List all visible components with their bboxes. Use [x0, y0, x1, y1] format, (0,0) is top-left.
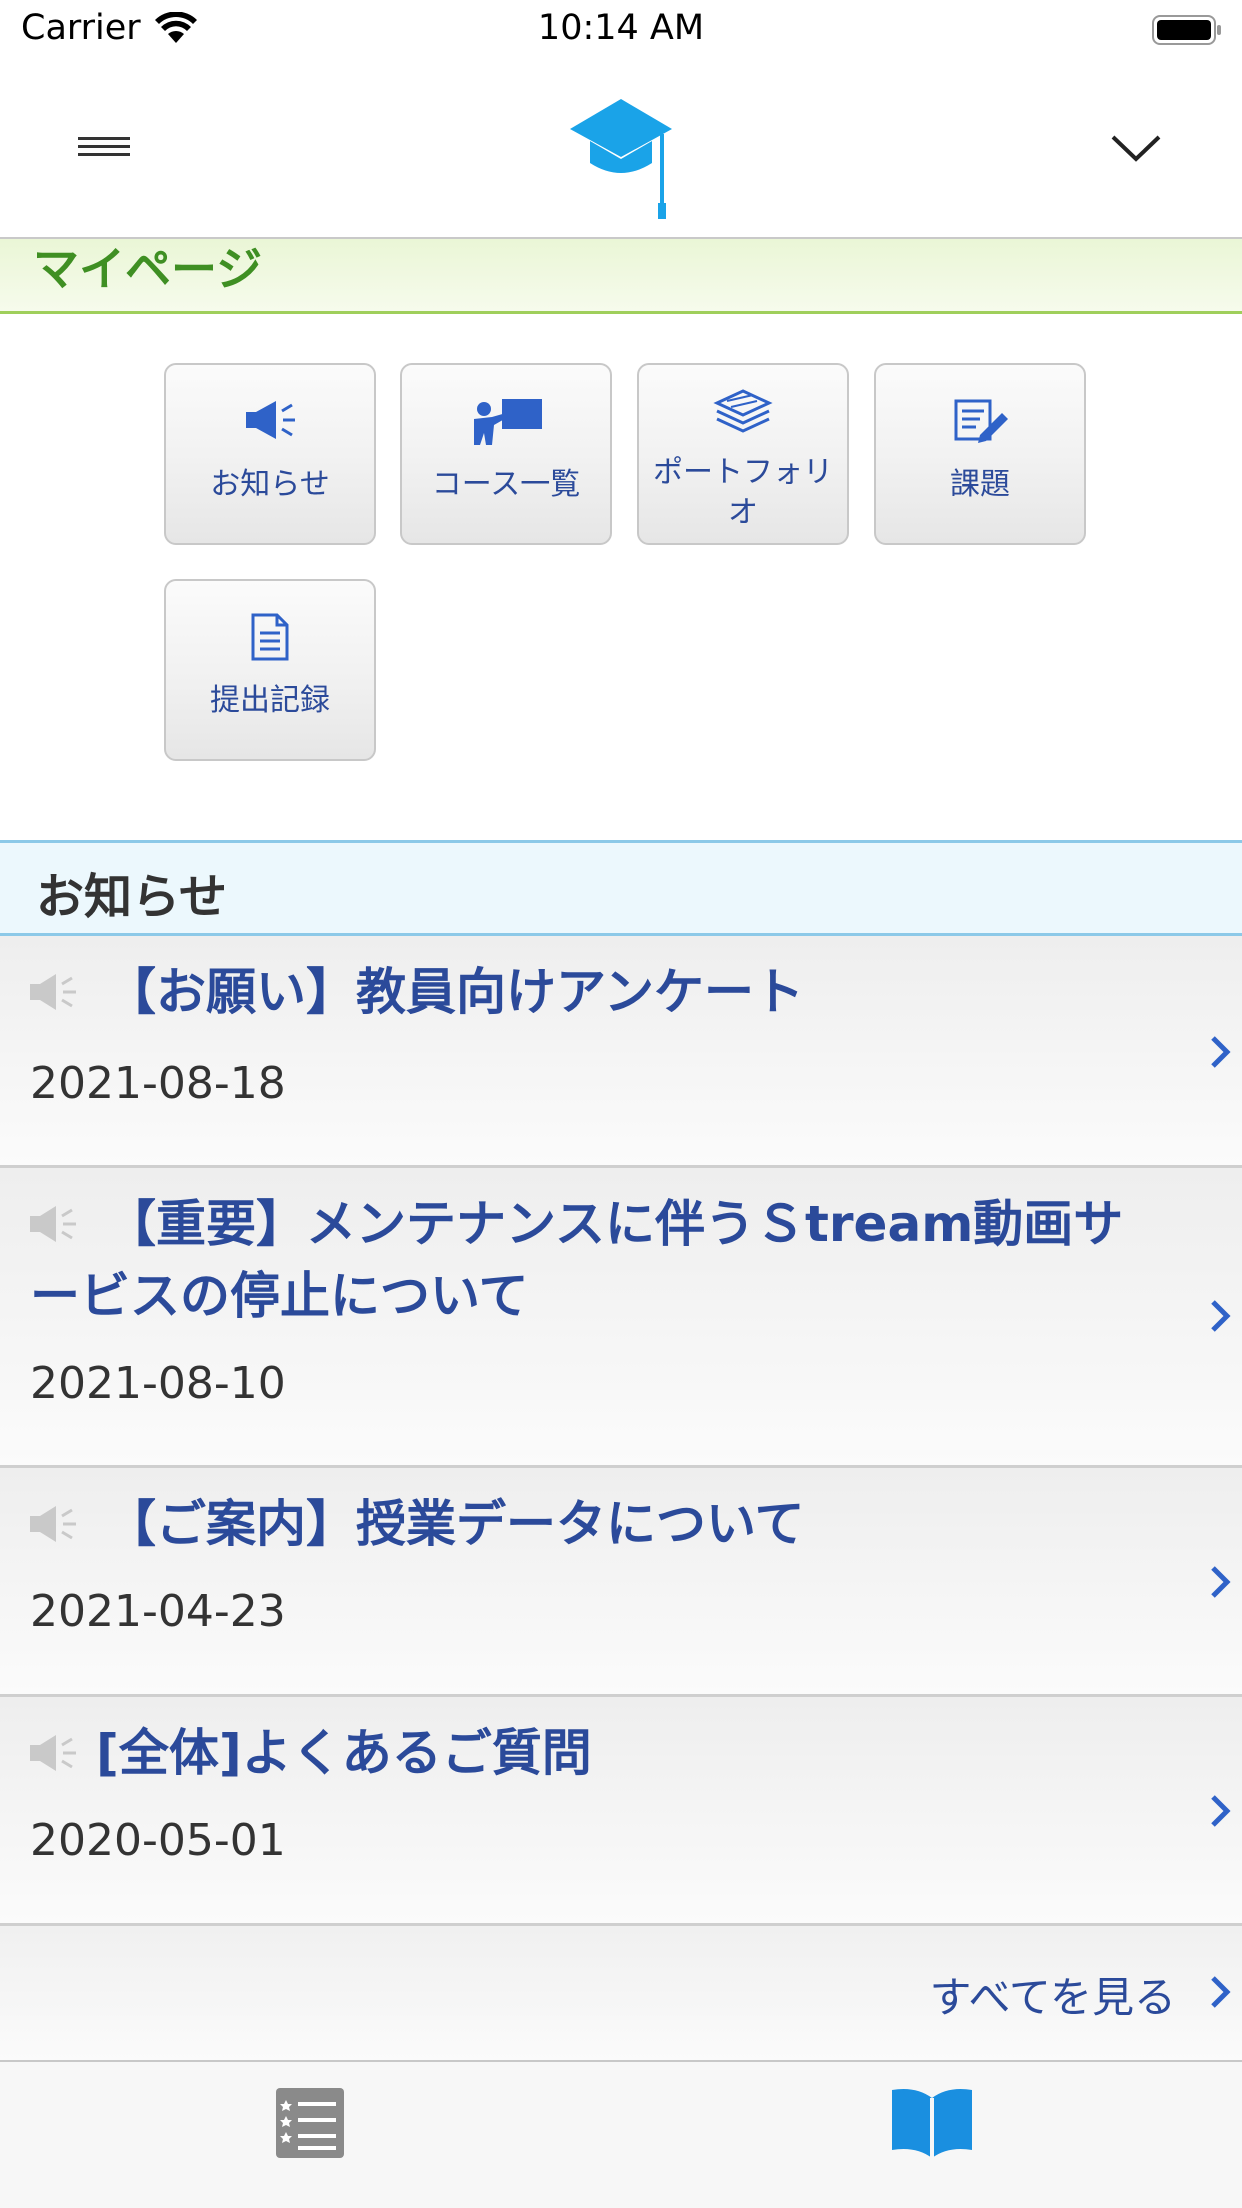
tile-label: お知らせ — [210, 467, 330, 502]
open-book-icon[interactable] — [882, 2084, 982, 2164]
list-icon[interactable] — [260, 2084, 360, 2164]
chevron-right-icon — [1211, 1036, 1231, 1068]
tile-courses[interactable]: コース一覧 — [400, 363, 612, 545]
notices-title: お知らせ — [36, 869, 228, 925]
status-time: 10:14 AM — [537, 8, 705, 48]
notice-title: 【重要】メンテナンスに伴うＳtream動画サービスの停止について — [30, 1195, 1124, 1325]
see-all-link[interactable]: すべてを見る — [0, 1926, 1242, 2060]
tile-label: ポートフォリオ — [653, 455, 833, 530]
nav-bar — [0, 62, 1242, 239]
notices-header: お知らせ — [0, 840, 1242, 936]
tile-assignments[interactable]: 課題 — [874, 363, 1086, 545]
tile-label: コース一覧 — [431, 467, 581, 502]
hamburger-menu-icon[interactable] — [70, 122, 138, 172]
tab-bar — [0, 2060, 1242, 2208]
notice-row[interactable]: 【お願い】教員向けアンケート 2021-08-18 — [0, 936, 1242, 1168]
chevron-down-icon[interactable] — [1107, 127, 1165, 167]
notice-title: 【ご案内】授業データについて — [106, 1495, 805, 1553]
chevron-right-icon — [1211, 1566, 1231, 1598]
document-icon — [251, 613, 289, 661]
tile-submissions[interactable]: 提出記録 — [164, 579, 376, 761]
notice-title: 【お願い】教員向けアンケート — [106, 963, 804, 1021]
notice-date: 2021-04-23 — [30, 1586, 286, 1637]
battery-icon — [1152, 15, 1221, 45]
chevron-right-icon — [1211, 1976, 1231, 2008]
edit-document-icon — [954, 399, 1008, 443]
tile-label: 提出記録 — [210, 683, 330, 718]
notice-date: 2021-08-10 — [30, 1358, 286, 1409]
stacked-layers-icon — [713, 389, 773, 433]
notice-row[interactable]: 【重要】メンテナンスに伴うＳtream動画サービスの停止について 2021-08… — [0, 1168, 1242, 1468]
mypage-title: マイページ — [33, 242, 263, 296]
chevron-right-icon — [1211, 1795, 1231, 1827]
graduation-cap-icon — [570, 99, 672, 219]
notice-date: 2021-08-18 — [30, 1058, 286, 1109]
tile-label: 課題 — [950, 467, 1010, 502]
tile-notices[interactable]: お知らせ — [164, 363, 376, 545]
notice-date: 2020-05-01 — [30, 1815, 286, 1866]
see-all-label: すべてを見る — [929, 1973, 1176, 2022]
tile-portfolio[interactable]: ポートフォリオ — [637, 363, 849, 545]
notice-row[interactable]: [全体]よくあるご質問 2020-05-01 — [0, 1697, 1242, 1926]
notice-row[interactable]: 【ご案内】授業データについて 2021-04-23 — [0, 1468, 1242, 1697]
teacher-board-icon — [474, 399, 542, 445]
mypage-header: マイページ — [0, 239, 1242, 314]
notice-title: [全体]よくあるご質問 — [96, 1724, 592, 1782]
chevron-right-icon — [1211, 1300, 1231, 1332]
megaphone-icon — [246, 401, 295, 439]
status-bar: Carrier 10:14 AM — [0, 0, 1242, 62]
